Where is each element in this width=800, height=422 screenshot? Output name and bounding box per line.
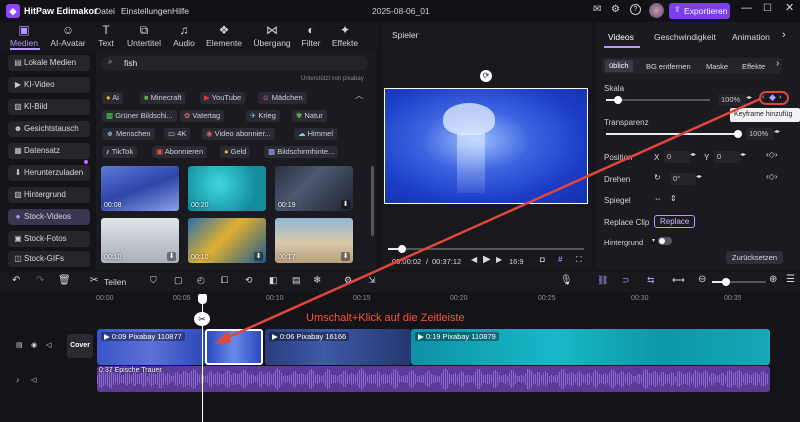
annotation-arrowhead (214, 331, 231, 344)
annotation-arrow (214, 97, 761, 344)
annotation-arrow-line (221, 97, 761, 342)
